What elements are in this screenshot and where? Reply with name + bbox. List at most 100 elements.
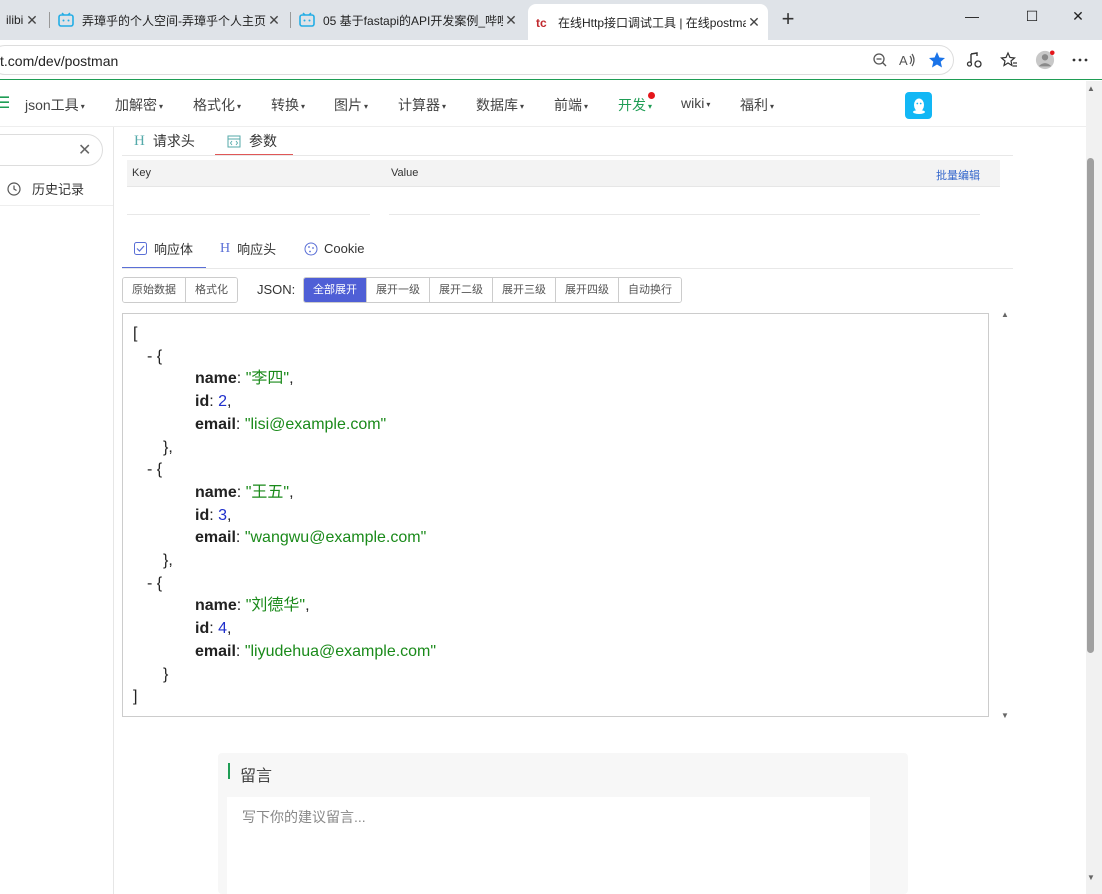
- browser-tab-space[interactable]: 弄璋乎的个人空间-弄璋乎个人主页 ✕: [52, 4, 288, 36]
- tab-params[interactable]: 参数: [215, 127, 293, 155]
- bulk-edit-link[interactable]: 批量编辑: [936, 167, 980, 183]
- svg-text:A: A: [899, 53, 908, 68]
- expand-level1-button[interactable]: 展开一级: [367, 278, 430, 302]
- nav-item-convert[interactable]: 转换 ▾: [271, 95, 305, 115]
- title-accent-bar: [228, 763, 230, 779]
- clear-icon[interactable]: ✕: [78, 140, 91, 160]
- url-text[interactable]: t.com/dev/postman: [0, 53, 118, 69]
- caret-down-icon: ▾: [301, 101, 306, 111]
- profile-avatar[interactable]: [1035, 50, 1055, 70]
- nav-label: 格式化: [193, 97, 235, 113]
- caret-down-icon: ▾: [237, 101, 242, 111]
- scroll-up-icon[interactable]: ▲: [1087, 84, 1095, 93]
- cookie-icon: [304, 242, 318, 256]
- comment-textarea[interactable]: 写下你的建议留言...: [227, 797, 870, 894]
- expand-level4-button[interactable]: 展开四级: [556, 278, 619, 302]
- view-mode-group: 原始数据 格式化: [122, 277, 238, 303]
- caret-down-icon: ▾: [770, 101, 775, 111]
- tab-cookie[interactable]: Cookie: [292, 229, 376, 268]
- tab-close-icon[interactable]: ✕: [503, 12, 519, 29]
- nav-item-frontend[interactable]: 前端 ▾: [554, 95, 588, 115]
- json-viewer[interactable]: [- {name: "李四", id: 2, email: "lisi@exampl…: [122, 313, 989, 717]
- notification-dot: [648, 92, 655, 99]
- url-field[interactable]: [0, 45, 954, 75]
- caret-down-icon: ▾: [442, 101, 447, 111]
- scroll-down-icon[interactable]: ▼: [1087, 873, 1095, 882]
- zoom-icon[interactable]: [870, 50, 890, 70]
- nav-label: 加解密: [115, 97, 157, 113]
- minimize-button[interactable]: —: [960, 8, 984, 32]
- menu-icon[interactable]: ☰: [0, 93, 10, 113]
- nav-item-wiki[interactable]: wiki ▾: [681, 95, 710, 111]
- value-input[interactable]: [389, 214, 980, 215]
- json-field: id: 3,: [195, 506, 232, 524]
- expand-level3-button[interactable]: 展开三级: [493, 278, 556, 302]
- expand-all-button[interactable]: 全部展开: [304, 278, 367, 302]
- word-wrap-button[interactable]: 自动换行: [619, 278, 681, 302]
- nav-item-calculator[interactable]: 计算器 ▾: [398, 95, 446, 115]
- comment-placeholder: 写下你的建议留言...: [242, 809, 366, 825]
- raw-data-button[interactable]: 原始数据: [123, 278, 186, 302]
- json-object-close: },: [163, 438, 173, 456]
- bilibili-icon: [58, 12, 74, 28]
- nav-item-image[interactable]: 图片 ▾: [334, 95, 368, 115]
- nav-item-json[interactable]: json工具 ▾: [25, 95, 85, 115]
- bilibili-icon: [299, 12, 315, 28]
- params-table-header: Key Value 批量编辑: [127, 160, 1000, 187]
- page-scrollbar-thumb[interactable]: [1087, 158, 1094, 653]
- tab-separator: [290, 12, 291, 28]
- qq-button[interactable]: [905, 92, 932, 119]
- expand-level-group: 全部展开 展开一级 展开二级 展开三级 展开四级 自动换行: [303, 277, 682, 303]
- caret-down-icon: ▾: [159, 101, 164, 111]
- json-field: email: "wangwu@example.com": [195, 529, 427, 547]
- maximize-button[interactable]: ☐: [1020, 8, 1044, 32]
- caret-down-icon: ▾: [80, 101, 85, 111]
- more-menu-icon[interactable]: [1070, 50, 1090, 70]
- tab-title: ilibili: [6, 13, 24, 27]
- nav-item-format[interactable]: 格式化 ▾: [193, 95, 241, 115]
- nav-item-crypto[interactable]: 加解密 ▾: [115, 95, 163, 115]
- caret-down-icon: ▾: [648, 101, 653, 111]
- close-window-button[interactable]: ✕: [1066, 8, 1090, 32]
- nav-item-database[interactable]: 数据库 ▾: [476, 95, 524, 115]
- key-header: Key: [132, 167, 151, 179]
- scroll-up-icon[interactable]: ▲: [1001, 310, 1009, 319]
- tab-response-headers[interactable]: H 响应头: [208, 229, 288, 268]
- nav-label: 前端: [554, 97, 582, 113]
- media-icon[interactable]: [964, 50, 984, 70]
- tab-close-icon[interactable]: ✕: [266, 12, 282, 29]
- browser-tab-strip: ilibili ✕ 弄璋乎的个人空间-弄璋乎个人主页 ✕ 05 基于fastap…: [0, 0, 1102, 40]
- json-field: email: "liyudehua@example.com": [195, 642, 437, 660]
- browser-tab-bilibili[interactable]: ilibili ✕: [0, 4, 46, 36]
- tab-label: 请求头: [152, 133, 195, 149]
- read-aloud-icon[interactable]: A: [898, 50, 918, 70]
- nav-item-dev[interactable]: 开发 ▾: [618, 95, 652, 115]
- tab-response-body[interactable]: 响应体: [122, 229, 206, 268]
- nav-label: 转换: [271, 97, 299, 113]
- value-header: Value: [391, 167, 419, 179]
- site-logo-icon: tc: [534, 14, 550, 30]
- format-button[interactable]: 格式化: [186, 278, 237, 302]
- key-input[interactable]: [127, 214, 370, 215]
- browser-tab-postman[interactable]: tc 在线Http接口调试工具 | 在线postman ✕: [528, 4, 768, 40]
- request-tabs: H 请求头 参数: [122, 127, 1013, 156]
- json-bracket: [: [133, 325, 138, 342]
- favorites-icon[interactable]: [999, 50, 1019, 70]
- tab-close-icon[interactable]: ✕: [24, 12, 40, 29]
- json-field: id: 2,: [195, 393, 232, 411]
- comment-title: 留言: [240, 768, 273, 785]
- new-tab-button[interactable]: +: [776, 8, 800, 32]
- json-object-open: - {: [147, 347, 163, 365]
- tab-headers[interactable]: H 请求头: [134, 127, 195, 155]
- nav-item-welfare[interactable]: 福利 ▾: [740, 95, 774, 115]
- sidebar-item-history[interactable]: 历史记录: [0, 172, 113, 206]
- browser-tab-video[interactable]: 05 基于fastapi的API开发案例_哔哩 ✕: [293, 4, 525, 36]
- expand-level2-button[interactable]: 展开二级: [430, 278, 493, 302]
- caret-down-icon: ▾: [706, 99, 711, 109]
- caret-down-icon: ▾: [364, 101, 369, 111]
- tab-close-icon[interactable]: ✕: [746, 14, 762, 31]
- favorite-star-icon[interactable]: [927, 50, 947, 70]
- comment-card: 留言 写下你的建议留言...: [218, 753, 908, 894]
- scroll-down-icon[interactable]: ▼: [1001, 711, 1009, 720]
- json-object-close: },: [163, 552, 173, 569]
